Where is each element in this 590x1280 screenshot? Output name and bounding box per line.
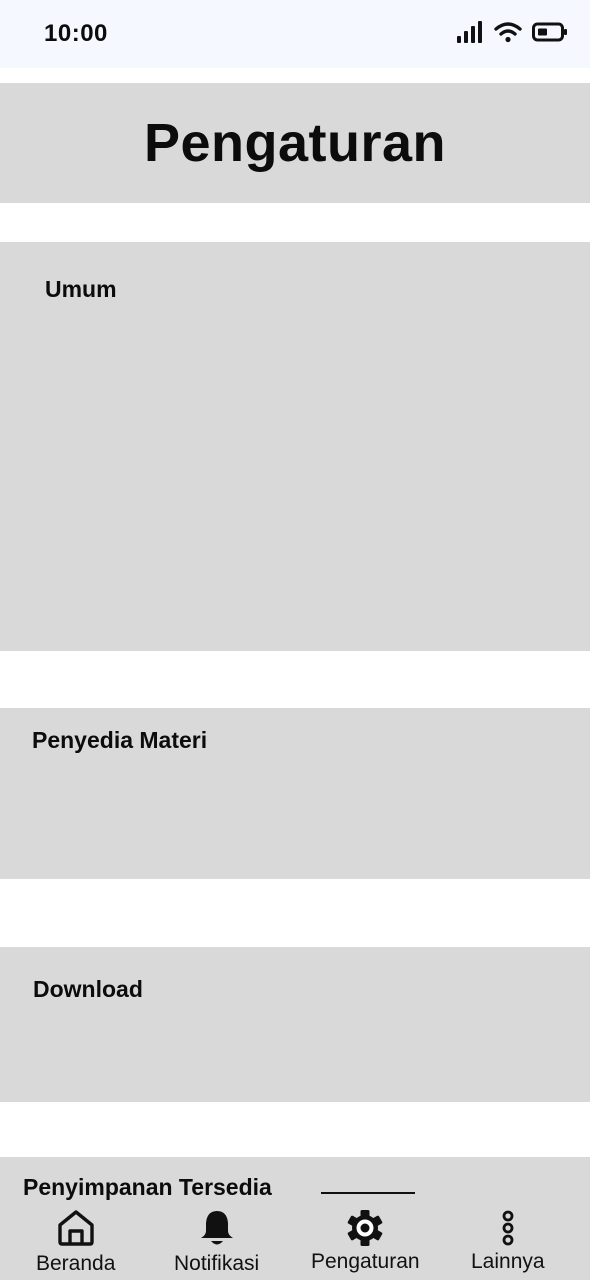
page-title: Pengaturan [143, 113, 447, 173]
section-content-provider-label: Penyedia Materi [32, 727, 208, 753]
nav-item-beranda[interactable]: Beranda [36, 1208, 115, 1276]
nav-label-lainnya: Lainnya [471, 1250, 545, 1273]
nav-label-notifikasi: Notifikasi [174, 1252, 260, 1275]
section-general[interactable]: Umum [0, 242, 590, 651]
more-vertical-icon [498, 1208, 518, 1248]
section-general-label: Umum [45, 276, 117, 302]
section-download-label: Download [33, 976, 143, 1002]
signal-icon [456, 20, 484, 44]
section-storage-label: Penyimpanan Tersedia [23, 1174, 272, 1200]
bell-icon [197, 1208, 237, 1248]
status-icons [456, 20, 568, 44]
header: Pengaturan [0, 83, 590, 203]
settings-screen: 10:00 Pengaturan Umum Penyedia Materi Do… [0, 0, 590, 1280]
bottom-nav: Beranda Notifikasi Pengaturan Lainnya [0, 1200, 590, 1280]
nav-label-beranda: Beranda [36, 1252, 116, 1275]
nav-item-notifikasi[interactable]: Notifikasi [174, 1208, 259, 1276]
section-download[interactable]: Download [0, 947, 590, 1102]
status-bar: 10:00 [0, 0, 590, 68]
section-content-provider[interactable]: Penyedia Materi [0, 708, 590, 879]
gear-icon [343, 1208, 387, 1248]
battery-icon [532, 21, 568, 43]
nav-item-lainnya[interactable]: Lainnya [471, 1208, 545, 1274]
nav-label-pengaturan: Pengaturan [311, 1250, 420, 1273]
home-icon [56, 1208, 96, 1248]
storage-indicator-line [321, 1192, 415, 1194]
wifi-icon [494, 21, 522, 43]
status-time: 10:00 [44, 20, 108, 47]
nav-item-pengaturan[interactable]: Pengaturan [311, 1208, 420, 1274]
